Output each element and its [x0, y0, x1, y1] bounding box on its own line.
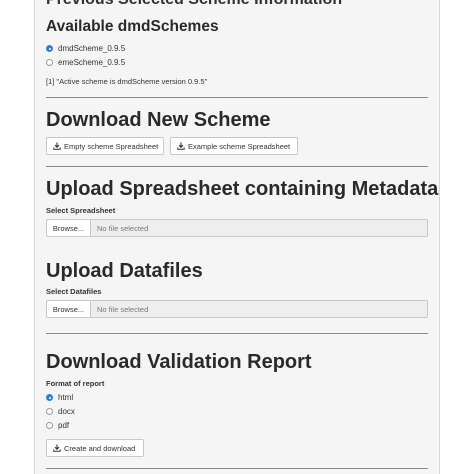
schemes-heading: Available dmdSchemes: [46, 18, 219, 35]
previous-section-title: Previous Selected Scheme Information: [46, 0, 342, 9]
download-new-heading: Download New Scheme: [46, 109, 271, 131]
scheme-option-dmd[interactable]: dmdScheme_0.9.5: [46, 44, 125, 53]
select-spreadsheet-label: Select Spreadsheet: [46, 206, 116, 215]
button-label: Example scheme Spreadsheet: [188, 141, 291, 151]
format-option-html[interactable]: html: [46, 393, 73, 402]
scheme-option-label: dmdScheme_0.9.5: [58, 44, 126, 53]
create-and-download-button[interactable]: Create and download: [46, 439, 144, 457]
format-of-report-label: Format of report: [46, 379, 105, 388]
console-output: [1] "Active scheme is dmdScheme version …: [46, 77, 208, 86]
empty-scheme-download-button[interactable]: Empty scheme Spreadsheet: [46, 137, 164, 155]
validation-report-heading: Download Validation Report: [46, 351, 312, 373]
scheme-option-label: emeScheme_0.9.5: [58, 58, 126, 67]
download-icon: [53, 142, 61, 150]
button-label: Create and download: [64, 443, 136, 453]
browse-spreadsheet-button[interactable]: Browse...: [46, 219, 91, 237]
format-option-docx[interactable]: docx: [46, 407, 75, 416]
format-option-label: docx: [58, 407, 75, 416]
browse-datafiles-button[interactable]: Browse...: [46, 300, 91, 318]
select-datafiles-label: Select Datafiles: [46, 287, 102, 296]
radio-checked[interactable]: [46, 45, 53, 52]
radio-unchecked[interactable]: [46, 59, 53, 66]
app-panel: Previous Selected Scheme Information Ava…: [34, 0, 440, 474]
datafiles-file-input[interactable]: Browse... No file selected: [46, 300, 428, 318]
radio-unchecked[interactable]: [46, 408, 53, 415]
section-divider: [46, 97, 428, 98]
upload-spreadsheet-heading: Upload Spreadsheet containing Metadata: [46, 178, 439, 200]
example-scheme-download-button[interactable]: Example scheme Spreadsheet: [170, 137, 298, 155]
radio-checked[interactable]: [46, 394, 53, 401]
radio-unchecked[interactable]: [46, 422, 53, 429]
spreadsheet-file-input[interactable]: Browse... No file selected: [46, 219, 428, 237]
spreadsheet-file-status[interactable]: No file selected: [91, 219, 428, 237]
download-icon: [53, 444, 61, 452]
download-icon: [177, 142, 185, 150]
upload-datafiles-heading: Upload Datafiles: [46, 260, 203, 282]
datafiles-file-status[interactable]: No file selected: [91, 300, 428, 318]
section-divider: [46, 333, 428, 334]
button-label: Empty scheme Spreadsheet: [64, 141, 159, 151]
format-option-label: html: [58, 393, 74, 402]
format-option-pdf[interactable]: pdf: [46, 421, 69, 430]
section-divider: [46, 166, 428, 167]
scheme-option-eme[interactable]: emeScheme_0.9.5: [46, 58, 125, 67]
format-option-label: pdf: [58, 421, 70, 430]
section-divider: [46, 468, 428, 469]
